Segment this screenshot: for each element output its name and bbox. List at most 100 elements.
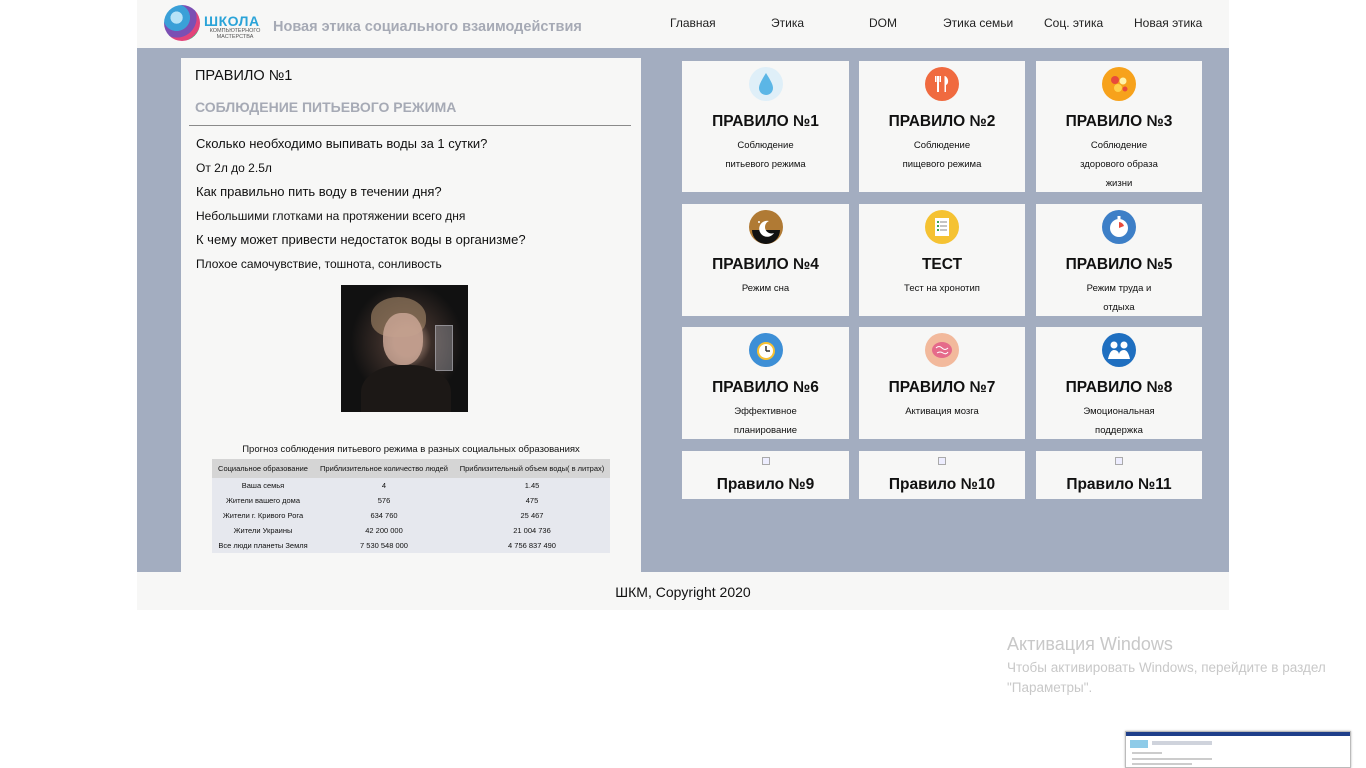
card-description: Соблюдение питьевого режима [725,140,806,170]
moon-stars-icon [748,210,783,244]
card-description: Эффективное планирование [733,406,798,436]
copyright-text: ШКМ, Copyright 2020 [615,584,751,600]
site-title: Новая этика социального взаимодействия [273,19,582,35]
window-thumbnail-preview[interactable] [1125,731,1351,768]
broken-image-icon [1115,457,1123,465]
card-title: ПРАВИЛО №5 [1065,256,1173,273]
stopwatch-icon [1102,210,1136,244]
table-cell: 25 467 [454,508,610,523]
table-cell: Ваша семья [212,478,314,493]
card-description: Эмоциональная поддержка [1083,406,1155,436]
card-rule-8[interactable]: ПРАВИЛО №8 Эмоциональная поддержка [1036,327,1202,439]
card-rule-6[interactable]: ПРАВИЛО №6 Эффективное планирование [682,327,849,439]
table-row: Жители Украины 42 200 000 21 004 736 [212,523,610,538]
card-title: ПРАВИЛО №6 [712,379,819,396]
table-cell: 21 004 736 [454,523,610,538]
table-cell: 475 [454,493,610,508]
card-title: Правило №9 [716,476,815,493]
site-header: ШКОЛА КОМПЬЮТЕРНОГО МАСТЕРСТВА Новая эти… [137,0,1229,48]
card-rule-4[interactable]: ПРАВИЛО №4 Режим сна [682,204,849,316]
school-logo[interactable]: ШКОЛА КОМПЬЮТЕРНОГО МАСТЕРСТВА [164,5,260,43]
girl-drinking-water-photo [341,285,468,412]
broken-image-icon [761,457,770,465]
fork-knife-icon [925,67,959,101]
table-cell: Все люди планеты Земля [212,538,314,553]
card-description: Тест на хронотип [904,283,980,294]
table-cell: Жители г. Кривого Рога [212,508,314,523]
logo-emblem-icon [164,5,200,41]
card-title: ПРАВИЛО №2 [888,113,996,130]
card-rule-9[interactable]: Правило №9 [682,451,849,499]
card-description: Режим труда и отдыха [1086,283,1152,313]
logo-subtitle: КОМПЬЮТЕРНОГО МАСТЕРСТВА [209,28,261,40]
card-title: Правило №10 [888,476,996,493]
article-rule-number: ПРАВИЛО №1 [195,68,293,84]
table-caption: Прогноз соблюдения питьевого режима в ра… [242,444,580,455]
question: Сколько необходимо выпивать воды за 1 су… [196,136,488,151]
water-drop-icon [748,67,783,101]
card-description: Активация мозга [905,406,979,417]
table-cell: Жители вашего дома [212,493,314,508]
table-cell: 7 530 548 000 [314,538,454,553]
card-rule-11[interactable]: Правило №11 [1036,451,1202,499]
broken-image-icon [938,457,946,465]
nav-link-ethics[interactable]: Этика [771,16,804,30]
table-cell: 634 760 [314,508,454,523]
table-cell: 4 756 837 490 [454,538,610,553]
card-rule-3[interactable]: ПРАВИЛО №3 Соблюдение здорового образа жиз… [1036,61,1202,192]
card-title: ПРАВИЛО №7 [888,379,996,396]
nav-link-new-ethics[interactable]: Новая этика [1134,16,1202,30]
column-header: Приблизительный объем воды( в литрах) [454,459,610,478]
question: Как правильно пить воду в течении дня? [196,184,442,199]
healthy-food-icon [1102,67,1136,101]
site-footer: ШКМ, Copyright 2020 [137,572,1229,610]
rule-article: ПРАВИЛО №1 СОБЛЮДЕНИЕ ПИТЬЕВОГО РЕЖИМА С… [181,58,641,572]
card-test[interactable]: ТЕСТ Тест на хронотип [859,204,1025,316]
brain-icon [925,333,959,367]
table-header-row: Социальное образование Приблизительное к… [212,459,610,478]
table-row: Все люди планеты Земля 7 530 548 000 4 7… [212,538,610,553]
table-row: Жители вашего дома 576 475 [212,493,610,508]
checklist-icon [925,210,959,244]
table-cell: 1.45 [454,478,610,493]
windows-activation-text: Чтобы активировать Windows, перейдите в … [1007,660,1326,695]
support-people-icon [1102,333,1136,367]
table-cell: 42 200 000 [314,523,454,538]
card-description: Режим сна [741,283,790,294]
answer: Плохое самочувствие, тошнота, сонливость [196,257,442,271]
divider [189,125,631,126]
answer: Небольшими глотками на протяжении всего … [196,209,466,223]
logo-title: ШКОЛА [204,13,260,29]
nav-link-home[interactable]: Главная [670,16,716,30]
answer: От 2л до 2.5л [196,161,272,175]
card-rule-10[interactable]: Правило №10 [859,451,1025,499]
card-title: ПРАВИЛО №1 [712,113,819,130]
card-title: ПРАВИЛО №4 [712,256,819,273]
alarm-clock-icon [748,333,783,367]
card-title: Правило №11 [1066,476,1172,493]
table-cell: 576 [314,493,454,508]
card-rule-7[interactable]: ПРАВИЛО №7 Активация мозга [859,327,1025,439]
question: К чему может привести недостаток воды в … [196,232,526,247]
water-forecast-table: Социальное образование Приблизительное к… [212,459,610,553]
column-header: Социальное образование [212,459,314,478]
page: ШКОЛА КОМПЬЮТЕРНОГО МАСТЕРСТВА Новая эти… [0,0,1366,768]
windows-activation-title: Активация Windows [1007,634,1173,654]
nav-link-dom[interactable]: DOM [869,16,897,30]
card-title: ПРАВИЛО №8 [1065,379,1173,396]
card-title: ТЕСТ [921,256,963,273]
article-rule-name: СОБЛЮДЕНИЕ ПИТЬЕВОГО РЕЖИМА [195,99,457,115]
card-rule-2[interactable]: ПРАВИЛО №2 Соблюдение пищевого режима [859,61,1025,192]
table-cell: 4 [314,478,454,493]
table-cell: Жители Украины [212,523,314,538]
table-row: Ваша семья 4 1.45 [212,478,610,493]
table-row: Жители г. Кривого Рога 634 760 25 467 [212,508,610,523]
column-header: Приблизительное количество людей [314,459,454,478]
card-title: ПРАВИЛО №3 [1065,113,1173,130]
card-rule-5[interactable]: ПРАВИЛО №5 Режим труда и отдыха [1036,204,1202,316]
card-description: Соблюдение пищевого режима [902,140,982,170]
nav-link-family-ethics[interactable]: Этика семьи [943,16,1013,30]
nav-link-social-ethics[interactable]: Соц. этика [1044,16,1103,30]
card-description: Соблюдение здорового образа жизни [1080,140,1158,189]
card-rule-1[interactable]: ПРАВИЛО №1 Соблюдение питьевого режима [682,61,849,192]
